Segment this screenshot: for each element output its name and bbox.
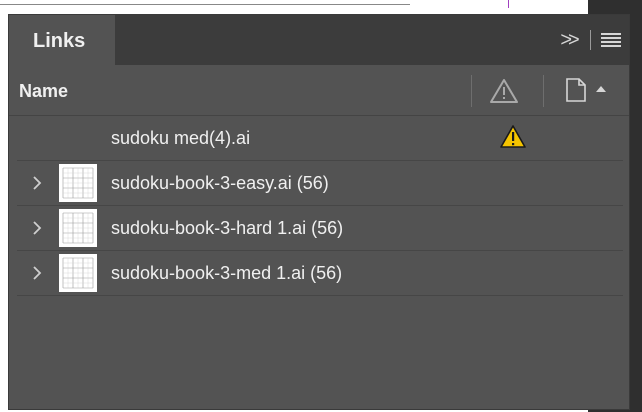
panel-header: Links >> [9,15,629,67]
links-panel: Links >> Name sudoku med(4).ai sudoku-bo… [8,14,630,410]
expand-chevron-right-icon[interactable] [31,264,43,282]
controls-separator [590,30,591,50]
panel-controls: >> [556,25,621,55]
column-header-row: Name [9,67,629,116]
links-list: sudoku med(4).ai sudoku-book-3-easy.ai (… [9,116,629,296]
link-row[interactable]: sudoku-book-3-hard 1.ai (56) [17,206,623,251]
panel-menu-icon[interactable] [601,33,621,47]
sudoku-thumbnail-image [59,254,97,292]
column-header-name[interactable]: Name [19,67,68,115]
sort-up-icon[interactable] [595,85,607,93]
artboard-guide-line [508,0,509,8]
expand-chevron-right-icon[interactable] [31,219,43,237]
missing-link-warning-icon[interactable] [499,124,527,150]
column-divider [471,75,472,107]
column-divider [543,75,544,107]
link-row[interactable]: sudoku med(4).ai [17,116,623,161]
link-name: sudoku-book-3-hard 1.ai (56) [111,218,344,238]
expand-chevron-right-icon[interactable] [31,174,43,192]
page-column-document-icon[interactable] [565,77,587,103]
link-name: sudoku-book-3-med 1.ai (56) [111,263,343,283]
link-name: sudoku-book-3-easy.ai (56) [111,173,329,193]
link-row[interactable]: sudoku-book-3-med 1.ai (56) [17,251,623,296]
link-row[interactable]: sudoku-book-3-easy.ai (56) [17,161,623,206]
status-column-warning-icon[interactable] [489,77,519,105]
artboard-guide-line [0,4,410,5]
sudoku-thumbnail-image [59,209,97,247]
link-name: sudoku med(4).ai [111,128,251,148]
tab-links[interactable]: Links [9,15,115,67]
collapse-panel-icon[interactable]: >> [556,25,580,55]
sudoku-thumbnail-image [59,164,97,202]
